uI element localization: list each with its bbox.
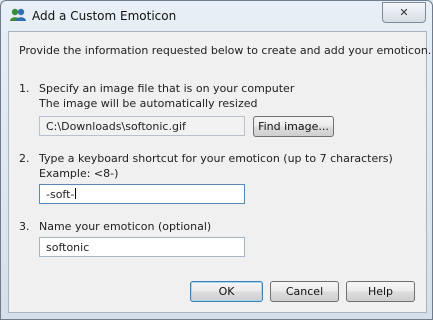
step-3-instruction: Name your emoticon (optional) [39, 220, 212, 233]
intro-text: Provide the information requested below … [19, 44, 432, 57]
step-2-instruction: Type a keyboard shortcut for your emotic… [39, 152, 393, 165]
close-icon: ✕ [399, 6, 409, 19]
step-2-number: 2. [19, 152, 30, 165]
shortcut-value: -soft- [46, 188, 75, 201]
shortcut-input[interactable]: -soft- [39, 184, 245, 204]
close-button[interactable]: ✕ [382, 2, 426, 23]
dialog-body: Provide the information requested below … [8, 31, 431, 313]
step-2-example: Example: <8-) [39, 167, 119, 180]
step-1-instruction: Specify an image file that is on your co… [39, 82, 295, 95]
window-title: Add a Custom Emoticon [32, 9, 177, 23]
step-1-number: 1. [19, 82, 30, 95]
text-caret [75, 188, 77, 199]
help-button[interactable]: Help [346, 281, 415, 302]
find-image-button[interactable]: Find image... [253, 116, 334, 137]
image-path-field[interactable]: C:\Downloads\softonic.gif [39, 116, 245, 136]
cancel-button[interactable]: Cancel [270, 281, 339, 302]
ok-button[interactable]: OK [190, 281, 263, 302]
emoticon-name-input[interactable]: softonic [39, 237, 245, 257]
step-1-note: The image will be automatically resized [39, 97, 258, 110]
people-icon [9, 7, 27, 23]
title-bar[interactable]: Add a Custom Emoticon ✕ [1, 1, 432, 31]
step-3-number: 3. [19, 220, 30, 233]
dialog-window: Add a Custom Emoticon ✕ Provide the info… [0, 0, 433, 320]
